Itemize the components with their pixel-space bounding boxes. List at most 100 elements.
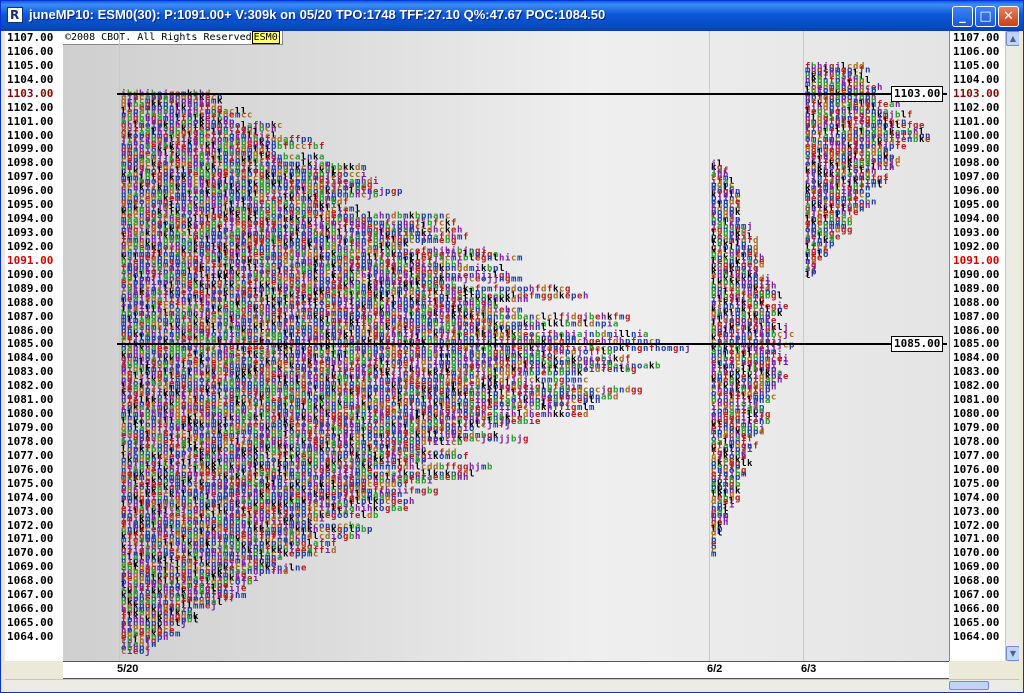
tpo-letter: o xyxy=(481,274,486,284)
price-tick: 1098.00 xyxy=(7,156,53,169)
tpo-letter: l xyxy=(493,253,498,263)
tpo-letter: j xyxy=(463,273,468,284)
tpo-letter: d xyxy=(589,320,594,330)
price-tick: 1099.00 xyxy=(7,142,53,155)
tpo-letter: n xyxy=(487,253,492,263)
price-tick: 1088.00 xyxy=(7,296,53,309)
tpo-letter: i xyxy=(373,176,379,187)
tpo-letter: c xyxy=(241,111,246,121)
price-tick: 1082.00 xyxy=(7,379,53,392)
price-tick: 1090.00 xyxy=(7,268,53,281)
price-axis-left: 1107.00 1106.00 1105.00 1104.00 1103.00 1102.… xyxy=(5,31,64,661)
chart-window: R juneMP10: ESM0(30): P:1091.00+ V:309k … xyxy=(0,0,1024,693)
price-tick: 1067.00 xyxy=(7,588,53,601)
price-tick: 1089.00 xyxy=(7,282,53,295)
tpo-letter: h xyxy=(457,274,462,284)
chart-area[interactable]: ibdhibojgemkbhdcihcappbhpdgikecpdifcmffb… xyxy=(63,31,949,661)
tpo-letter: a xyxy=(613,320,618,330)
tpo-letter: d xyxy=(553,292,558,302)
tpo-letter: d xyxy=(577,320,582,330)
maximize-button[interactable]: □ xyxy=(975,6,996,27)
tpo-letter: l xyxy=(469,253,474,263)
tpo-letter: l xyxy=(583,320,588,330)
price-tick: 1096.00 xyxy=(7,184,53,197)
tpo-letter: c xyxy=(361,191,366,201)
tpo-letter: f xyxy=(529,292,534,302)
tpo-letter: g xyxy=(547,292,552,302)
price-tick: 1080.00 xyxy=(7,407,53,420)
price-tick: 1074.00 xyxy=(7,491,53,504)
tpo-letter: l xyxy=(559,320,564,330)
tpo-letter: g xyxy=(631,386,636,396)
tpo-letter: d xyxy=(625,386,630,396)
price-tick: 1077.00 xyxy=(7,449,53,462)
price-tick: 1105.00 xyxy=(7,59,53,72)
tpo-letter: c xyxy=(409,236,414,246)
price-tick: 1064.00 xyxy=(7,630,53,643)
tpo-letter: n xyxy=(613,365,618,375)
tpo-letter: c xyxy=(469,274,474,284)
tpo-letter: f xyxy=(283,142,288,152)
tpo-letter: c xyxy=(511,253,516,263)
tpo-letter: h xyxy=(517,295,522,305)
tpo-letter: o xyxy=(637,361,642,371)
price-tick: 1106.00 xyxy=(7,45,53,58)
tpo-letter: m xyxy=(517,274,523,284)
price-tick: 1087.00 xyxy=(7,310,53,323)
tpo-letter: c xyxy=(247,111,252,121)
tpo-letter: n xyxy=(595,320,600,330)
price-tick: 1103.00 xyxy=(7,87,53,100)
tpo-letter: f xyxy=(307,142,312,152)
tpo-letter: j xyxy=(487,273,492,284)
tpo-letter: h xyxy=(583,292,588,302)
minimize-button[interactable]: _ xyxy=(952,6,973,27)
price-tick: 1081.00 xyxy=(7,393,53,406)
price-tick: 1065.00 xyxy=(7,616,53,629)
price-tick: 1104.00 xyxy=(7,73,53,86)
price-tick: 1085.00 xyxy=(7,337,53,350)
price-tick: 1097.00 xyxy=(7,170,53,183)
tpo-letter: d xyxy=(613,393,618,403)
tpo-letter: j xyxy=(367,190,372,201)
tpo-letter: g xyxy=(637,386,642,396)
tpo-letter: g xyxy=(541,292,546,302)
price-tick: 1101.00 xyxy=(7,115,53,128)
tpo-letter: l xyxy=(619,365,624,375)
tpo-letter: o xyxy=(415,236,420,246)
price-tick: 1093.00 xyxy=(7,226,53,239)
price-tick: 1091.00 xyxy=(7,254,53,267)
market-profile-chart[interactable]: 1107.00 1106.00 1105.00 1104.00 1103.00 1102.… xyxy=(5,31,1019,690)
tpo-letter: f xyxy=(463,233,468,243)
price-tick: 1086.00 xyxy=(7,324,53,337)
tpo-letter: d xyxy=(511,295,516,305)
tpo-letter: g xyxy=(625,313,630,323)
tpo-letter: h xyxy=(355,191,360,201)
price-tick: 1102.00 xyxy=(7,101,53,114)
app-icon: R xyxy=(7,7,23,23)
tpo-letter: c xyxy=(583,375,588,385)
tpo-letter: b xyxy=(655,361,661,371)
tpo-letter: b xyxy=(373,191,379,201)
price-tick: 1107.00 xyxy=(7,31,53,44)
price-tick: 1076.00 xyxy=(7,463,53,476)
price-tick: 1083.00 xyxy=(7,365,53,378)
close-button[interactable]: ✕ xyxy=(998,6,1019,27)
price-tick: 1100.00 xyxy=(7,129,53,142)
tpo-letter: g xyxy=(391,187,396,197)
tpo-letter: n xyxy=(499,274,504,284)
tpo-letter: o xyxy=(583,365,588,375)
tpo-letter: l xyxy=(547,320,552,330)
tpo-letter: d xyxy=(595,365,600,375)
tpo-letter: c xyxy=(277,121,282,131)
tpo-letter: h xyxy=(499,253,504,263)
title-bar[interactable]: R juneMP10: ESM0(30): P:1091.00+ V:309k … xyxy=(1,1,1023,31)
tpo-letter: g xyxy=(505,274,510,284)
tpo-letter: h xyxy=(523,295,528,305)
tpo-letter: m xyxy=(589,403,595,413)
price-tick: 1069.00 xyxy=(7,560,53,573)
tpo-letter: j xyxy=(379,186,384,197)
price-tick: 1068.00 xyxy=(7,574,53,587)
tpo-letter: n xyxy=(619,386,624,396)
tpo-letter: f xyxy=(601,365,606,375)
tpo-letter: g xyxy=(631,365,636,375)
